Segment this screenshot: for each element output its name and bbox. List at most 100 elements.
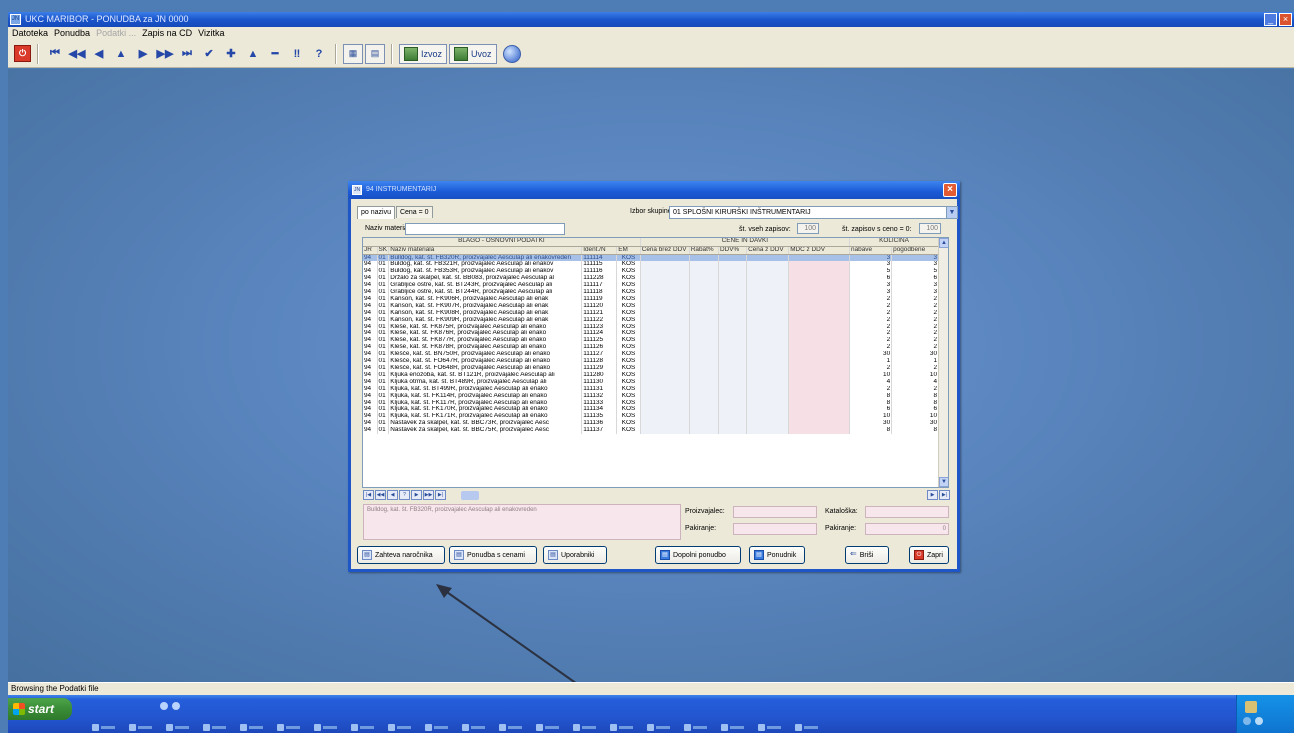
tray-icon[interactable]: [1243, 717, 1251, 725]
tray-icon[interactable]: [1255, 717, 1263, 725]
taskbar-button[interactable]: [425, 723, 451, 732]
table-row[interactable]: 94 01 Klešče, kat. št. FO648R, proizvajale…: [363, 365, 939, 372]
first-record-icon[interactable]: ⏮: [45, 44, 65, 64]
table-row[interactable]: 94 01 Kleše, kat. št. FK876R, proizvajalec…: [363, 330, 939, 338]
table-row[interactable]: 94 01 Kleše, kat. št. FK877R, proizvajalec…: [363, 337, 939, 345]
menu-podatki[interactable]: Podatki ...: [96, 27, 136, 40]
scroll-end-icon[interactable]: ▶|: [939, 490, 950, 500]
exit-icon[interactable]: ⏻: [14, 45, 31, 62]
table-row[interactable]: 94 01 Kljuka enozoba, kat. št. BT121R, pro…: [363, 371, 939, 379]
nav-prev-page-icon[interactable]: ◀◀: [375, 490, 386, 500]
vertical-scrollbar[interactable]: ▲ ▼: [938, 238, 948, 487]
table-row[interactable]: 94 01 Kanson, kat. št. FK906R, proizvajale…: [363, 295, 939, 303]
chevron-down-icon[interactable]: ▼: [946, 207, 957, 218]
table-row[interactable]: 94 01 Buldog, kat. št. FB321R, proizvajale…: [363, 261, 939, 269]
quick-launch-icon[interactable]: [172, 702, 180, 710]
nav-next-icon[interactable]: ▶: [411, 490, 422, 500]
column-header[interactable]: Naziv materiala: [388, 246, 583, 255]
nav-first-icon[interactable]: |◀: [363, 490, 374, 500]
tray-icon[interactable]: [1245, 701, 1257, 713]
brisi-button[interactable]: ⇐ Briši: [845, 546, 889, 564]
column-header[interactable]: Cena brez DDV: [640, 246, 690, 255]
taskbar-button[interactable]: [129, 723, 155, 732]
nav-next-page-icon[interactable]: ▶▶: [423, 490, 434, 500]
grid-icon[interactable]: ▦: [343, 43, 363, 64]
column-header[interactable]: pogodbene: [891, 246, 939, 255]
table-row[interactable]: 94 01 Grabljice ostre, kat. št. BT244R, pr…: [363, 289, 939, 296]
quick-launch-icon[interactable]: [160, 702, 168, 710]
table-row[interactable]: 94 01 Grabljice ostre, kat. št. BT243R, pr…: [363, 282, 939, 290]
table-row[interactable]: 94 01 Kanson, kat. št. FK907R, proizvajale…: [363, 302, 939, 310]
minimize-icon[interactable]: _: [1264, 13, 1277, 26]
table-row[interactable]: 94 01 Kanson, kat. št. FK909R, proizvajale…: [363, 316, 939, 324]
dopolni-ponudbo-button[interactable]: ▤ Dopolni ponudbo: [655, 546, 741, 564]
column-header[interactable]: Cena z DDV: [746, 246, 790, 255]
taskbar-button[interactable]: [388, 723, 414, 732]
zahteva-narocnika-button[interactable]: ▤ Zahteva naročnika: [357, 546, 445, 564]
taskbar-button[interactable]: [536, 723, 562, 732]
nav-refresh-icon[interactable]: ?: [399, 490, 410, 500]
ponudnik-button[interactable]: ▤ Ponudnik: [749, 546, 805, 564]
table-row[interactable]: 94 01 Kljuka, kat. št. BT499R, proizvajale…: [363, 385, 939, 393]
uporabniki-button[interactable]: ▤ Uporabniki: [543, 546, 607, 564]
taskbar-button[interactable]: [351, 723, 377, 732]
column-header[interactable]: DDV%: [718, 246, 748, 255]
table-row[interactable]: 94 01 Kleše, kat. št. FK878R, proizvajalec…: [363, 344, 939, 352]
column-header[interactable]: nabave: [849, 246, 893, 255]
prev-page-icon[interactable]: ◀◀: [67, 44, 87, 64]
confirm-icon[interactable]: ✔: [199, 44, 219, 64]
taskbar-button[interactable]: [92, 723, 118, 732]
taskbar-button[interactable]: [795, 723, 821, 732]
taskbar-button[interactable]: [610, 723, 636, 732]
menu-vizitka[interactable]: Vizitka: [198, 27, 224, 40]
close-icon[interactable]: ×: [1279, 13, 1292, 26]
name-input[interactable]: [405, 223, 565, 235]
ponudba-s-cenami-button[interactable]: ▤ Ponudba s cenami: [449, 546, 537, 564]
column-header[interactable]: MDC z DDV: [788, 246, 851, 255]
table-row[interactable]: 94 01 Kanson, kat. št. FK908R, proizvajale…: [363, 309, 939, 317]
start-button[interactable]: start: [8, 698, 72, 720]
table-row[interactable]: 94 01 Držalo za skalpel, kat. št. BB083, p…: [363, 275, 939, 283]
up-icon[interactable]: ▲: [111, 44, 131, 64]
table-row[interactable]: 94 01 Kljuka, kat. št. FK114R, proizvajale…: [363, 392, 939, 400]
dialog-close-icon[interactable]: ×: [943, 183, 957, 197]
nav-last-icon[interactable]: ▶|: [435, 490, 446, 500]
table-row[interactable]: 94 01 Kljuka, kat. št. FK117R, proizvajale…: [363, 399, 939, 407]
taskbar-button[interactable]: [758, 723, 784, 732]
tab-po-nazivu[interactable]: po nazivu: [357, 206, 395, 219]
table-row[interactable]: 94 01 Bulldog, kat. št. FB320R, proizvajal…: [363, 254, 939, 262]
save-icon[interactable]: ▤: [365, 43, 385, 64]
scroll-up-icon[interactable]: ▲: [939, 238, 948, 248]
column-header[interactable]: JR: [363, 246, 378, 255]
delete-icon[interactable]: ━: [265, 44, 285, 64]
horizontal-scroll-thumb[interactable]: [461, 490, 479, 500]
prev-record-icon[interactable]: ◀: [89, 44, 109, 64]
taskbar-button[interactable]: [203, 723, 229, 732]
table-row[interactable]: 94 01 Kleše, kat. št. FK875R, proizvajalec…: [363, 323, 939, 331]
table-row[interactable]: 94 01 Klešče, kat. št. BN750R, proizvajale…: [363, 351, 939, 359]
table-row[interactable]: 94 01 Kljuka, kat. št. FK171R, proizvajale…: [363, 413, 939, 421]
table-row[interactable]: 94 01 Nastavek za skalpel, kat. št. BBC75R…: [363, 427, 939, 435]
menu-datoteka[interactable]: Datoteka: [12, 27, 48, 40]
table-row[interactable]: 94 01 Klešče, kat. št. FO647R, proizvajale…: [363, 358, 939, 365]
taskbar-button[interactable]: [166, 723, 192, 732]
taskbar-button[interactable]: [721, 723, 747, 732]
next-record-icon[interactable]: ▶: [133, 44, 153, 64]
filter-icon[interactable]: ‼: [287, 44, 307, 64]
column-header[interactable]: SK: [377, 246, 390, 255]
help-icon[interactable]: ?: [309, 44, 329, 64]
group-select[interactable]: 01 SPLOŠNI KIRURŠKI INŠTRUMENTARIJ ▼: [669, 206, 958, 219]
izvoz-button[interactable]: Izvoz: [399, 43, 448, 64]
uvoz-button[interactable]: Uvoz: [449, 43, 497, 64]
taskbar-button[interactable]: [499, 723, 525, 732]
taskbar-button[interactable]: [240, 723, 266, 732]
taskbar-button[interactable]: [684, 723, 710, 732]
table-row[interactable]: 94 01 Kljuka, kat. št. FK170R, proizvajale…: [363, 406, 939, 414]
table-row[interactable]: 94 01 Buldog, kat. št. FB353R, proizvajale…: [363, 268, 939, 276]
taskbar-button[interactable]: [573, 723, 599, 732]
column-header[interactable]: Ident./N: [581, 246, 618, 255]
taskbar-button[interactable]: [462, 723, 488, 732]
taskbar-button[interactable]: [277, 723, 303, 732]
column-header[interactable]: EM: [616, 246, 641, 255]
table-row[interactable]: 94 01 Kljuka otrma, kat. št. BT489R, proiz…: [363, 378, 939, 386]
